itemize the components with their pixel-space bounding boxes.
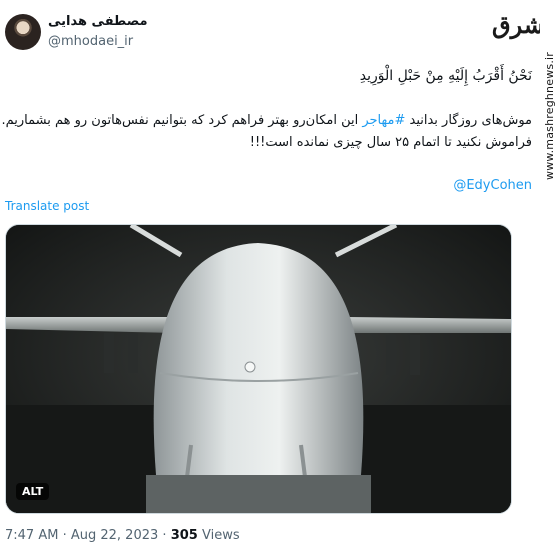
author-display-name[interactable]: مصطفی هدایی <box>48 14 148 29</box>
tweet-media-image[interactable]: ALT <box>5 224 512 514</box>
drone-photo <box>6 225 511 513</box>
mashregh-logo: مشرق <box>492 10 558 39</box>
tweet-date[interactable]: Aug 22, 2023 <box>71 528 158 543</box>
meta-separator-2: · <box>162 528 167 543</box>
tweet-time[interactable]: 7:47 AM <box>5 528 58 543</box>
watermark-strip: www.mashreghnews.ir <box>540 0 558 210</box>
translate-post-link[interactable]: Translate post <box>5 199 89 213</box>
tweet-line-1-end: این امکان‌رو بهتر فراهم کرد که بتوانیم ن… <box>1 113 363 128</box>
views-label: Views <box>201 528 240 543</box>
alt-badge[interactable]: ALT <box>16 483 50 500</box>
mention-link[interactable]: @EdyCohen <box>453 178 532 193</box>
tweet-line-1-start: موش‌های روزگار بدانید <box>405 113 533 128</box>
author-handle[interactable]: @mhodaei_ir <box>48 34 133 49</box>
tweet-quran-line: نَحْنُ أَقْرَبُ إِلَيْهِ مِنْ حَبْلِ الْ… <box>359 68 532 84</box>
avatar[interactable] <box>5 14 41 50</box>
tweet-line-1: موش‌های روزگار بدانید #مهاجر این امکان‌ر… <box>1 113 532 128</box>
meta-separator: · <box>62 528 67 543</box>
views-count: 305 <box>170 528 198 543</box>
tweet-line-2: فراموش نکنید تا اتمام ۲۵ سال چیزی نمانده… <box>249 135 532 150</box>
watermark-text: www.mashreghnews.ir <box>543 52 556 180</box>
tweet-meta: 7:47 AM · Aug 22, 2023 · 305 Views <box>5 528 240 543</box>
hashtag-link[interactable]: #مهاجر <box>362 113 405 128</box>
